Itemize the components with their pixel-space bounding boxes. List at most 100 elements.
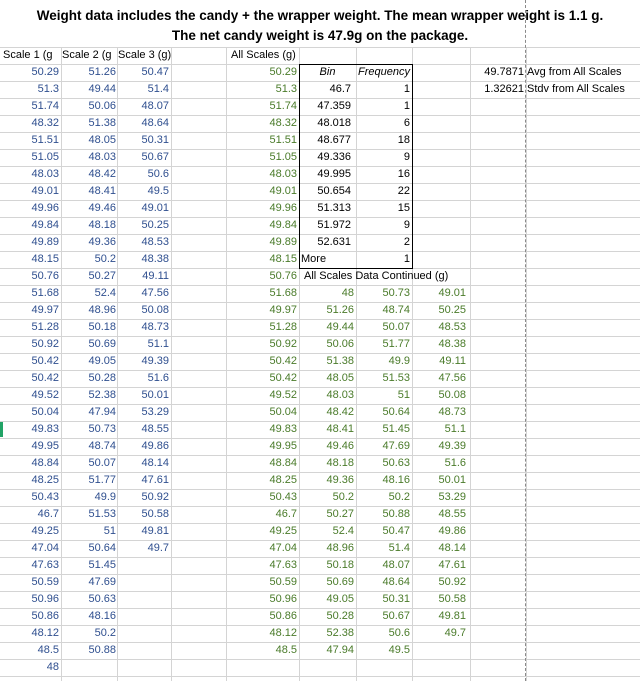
bin-cell[interactable]: More [301, 251, 358, 268]
frequency-cell[interactable]: 16 [356, 166, 410, 183]
all-scales-cell[interactable]: 49.89 [227, 234, 297, 251]
scale2-cell[interactable]: 48.05 [62, 132, 116, 149]
scale1-cell[interactable]: 47.63 [3, 557, 59, 574]
scale3-cell[interactable]: 48.55 [118, 421, 169, 438]
scale2-cell[interactable]: 50.64 [62, 540, 116, 557]
continued-col3-cell[interactable]: 49.01 [412, 285, 466, 302]
scale1-cell[interactable]: 48.15 [3, 251, 59, 268]
header-scale-3[interactable]: Scale 3 (g) [118, 47, 171, 64]
scale2-cell[interactable]: 49.44 [62, 81, 116, 98]
continued-col3-cell[interactable]: 50.01 [412, 472, 466, 489]
scale3-cell[interactable]: 50.31 [118, 132, 169, 149]
scale3-cell[interactable]: 48.14 [118, 455, 169, 472]
scale2-cell[interactable]: 51.53 [62, 506, 116, 523]
scale2-cell[interactable]: 51.38 [62, 115, 116, 132]
continued-col2-cell[interactable]: 48.74 [356, 302, 410, 319]
all-scales-cell[interactable]: 51.3 [227, 81, 297, 98]
header-scale-1[interactable]: Scale 1 (g [3, 47, 61, 64]
scale3-cell[interactable]: 48.38 [118, 251, 169, 268]
continued-col2-cell[interactable]: 51.4 [356, 540, 410, 557]
continued-col3-cell[interactable]: 51.1 [412, 421, 466, 438]
all-scales-cell[interactable]: 50.96 [227, 591, 297, 608]
all-scales-cell[interactable]: 48.25 [227, 472, 297, 489]
continued-col1-cell[interactable]: 49.36 [299, 472, 354, 489]
continued-col3-cell[interactable]: 50.25 [412, 302, 466, 319]
bin-cell[interactable]: 46.7 [299, 81, 351, 98]
all-scales-cell[interactable]: 50.92 [227, 336, 297, 353]
all-scales-cell[interactable]: 48.84 [227, 455, 297, 472]
avg-label[interactable]: Avg from All Scales [527, 64, 627, 81]
scale1-cell[interactable]: 49.96 [3, 200, 59, 217]
continued-col1-cell[interactable]: 52.38 [299, 625, 354, 642]
scale3-cell[interactable]: 47.56 [118, 285, 169, 302]
scale2-cell[interactable]: 51.77 [62, 472, 116, 489]
scale3-cell[interactable]: 50.67 [118, 149, 169, 166]
frequency-cell[interactable]: 9 [356, 217, 410, 234]
scale3-cell[interactable]: 49.81 [118, 523, 169, 540]
scale1-cell[interactable]: 48.12 [3, 625, 59, 642]
continued-col2-cell[interactable]: 50.67 [356, 608, 410, 625]
all-scales-cell[interactable]: 50.29 [227, 64, 297, 81]
all-scales-cell[interactable]: 49.83 [227, 421, 297, 438]
scale3-cell[interactable]: 49.11 [118, 268, 169, 285]
frequency-cell[interactable]: 1 [356, 98, 410, 115]
scale2-cell[interactable]: 50.28 [62, 370, 116, 387]
bin-cell[interactable]: 47.359 [299, 98, 351, 115]
all-scales-cell[interactable]: 48.15 [227, 251, 297, 268]
scale2-cell[interactable]: 50.2 [62, 625, 116, 642]
continued-col2-cell[interactable]: 50.73 [356, 285, 410, 302]
scale2-cell[interactable]: 48.96 [62, 302, 116, 319]
continued-col3-cell[interactable]: 49.39 [412, 438, 466, 455]
frequency-cell[interactable]: 6 [356, 115, 410, 132]
frequency-cell[interactable]: 22 [356, 183, 410, 200]
scale1-cell[interactable]: 49.84 [3, 217, 59, 234]
scale2-cell[interactable]: 51.26 [62, 64, 116, 81]
all-scales-cell[interactable]: 50.59 [227, 574, 297, 591]
scale2-cell[interactable]: 50.07 [62, 455, 116, 472]
scale3-cell[interactable]: 48.07 [118, 98, 169, 115]
all-scales-cell[interactable]: 47.04 [227, 540, 297, 557]
bin-cell[interactable]: 50.654 [299, 183, 351, 200]
scale1-cell[interactable]: 51.05 [3, 149, 59, 166]
all-scales-cell[interactable]: 49.25 [227, 523, 297, 540]
continued-col2-cell[interactable]: 50.88 [356, 506, 410, 523]
continued-col2-cell[interactable]: 50.47 [356, 523, 410, 540]
continued-col3-cell[interactable]: 49.7 [412, 625, 466, 642]
scale1-cell[interactable]: 50.59 [3, 574, 59, 591]
scale1-cell[interactable]: 50.92 [3, 336, 59, 353]
scale1-cell[interactable]: 46.7 [3, 506, 59, 523]
all-scales-cell[interactable]: 49.84 [227, 217, 297, 234]
continued-col3-cell[interactable]: 49.11 [412, 353, 466, 370]
scale2-cell[interactable]: 50.06 [62, 98, 116, 115]
scale2-cell[interactable]: 48.42 [62, 166, 116, 183]
scale2-cell[interactable]: 49.9 [62, 489, 116, 506]
continued-col2-cell[interactable]: 51.77 [356, 336, 410, 353]
bin-cell[interactable]: 48.677 [299, 132, 351, 149]
scale1-cell[interactable]: 50.76 [3, 268, 59, 285]
continued-col1-cell[interactable]: 48.05 [299, 370, 354, 387]
continued-col3-cell[interactable]: 48.73 [412, 404, 466, 421]
continued-col3-cell[interactable]: 47.61 [412, 557, 466, 574]
continued-col3-cell[interactable]: 50.08 [412, 387, 466, 404]
scale2-cell[interactable]: 50.18 [62, 319, 116, 336]
continued-col2-cell[interactable]: 50.6 [356, 625, 410, 642]
all-scales-cell[interactable]: 48.32 [227, 115, 297, 132]
scale3-cell[interactable]: 49.39 [118, 353, 169, 370]
continued-col3-cell[interactable]: 48.38 [412, 336, 466, 353]
continued-col1-cell[interactable]: 51.38 [299, 353, 354, 370]
all-scales-cell[interactable]: 50.76 [227, 268, 297, 285]
frequency-cell[interactable]: 18 [356, 132, 410, 149]
continued-col3-cell[interactable]: 48.53 [412, 319, 466, 336]
scale3-cell[interactable]: 49.01 [118, 200, 169, 217]
continued-col1-cell[interactable]: 50.28 [299, 608, 354, 625]
scale3-cell[interactable]: 48.64 [118, 115, 169, 132]
continued-col2-cell[interactable]: 48.16 [356, 472, 410, 489]
scale3-cell[interactable]: 50.47 [118, 64, 169, 81]
scale2-cell[interactable]: 49.05 [62, 353, 116, 370]
header-frequency[interactable]: Frequency [356, 64, 412, 81]
scale1-cell[interactable]: 50.96 [3, 591, 59, 608]
all-scales-cell[interactable]: 51.28 [227, 319, 297, 336]
header-bin[interactable]: Bin [299, 64, 356, 81]
continued-col2-cell[interactable]: 48.64 [356, 574, 410, 591]
scale3-cell[interactable]: 49.5 [118, 183, 169, 200]
